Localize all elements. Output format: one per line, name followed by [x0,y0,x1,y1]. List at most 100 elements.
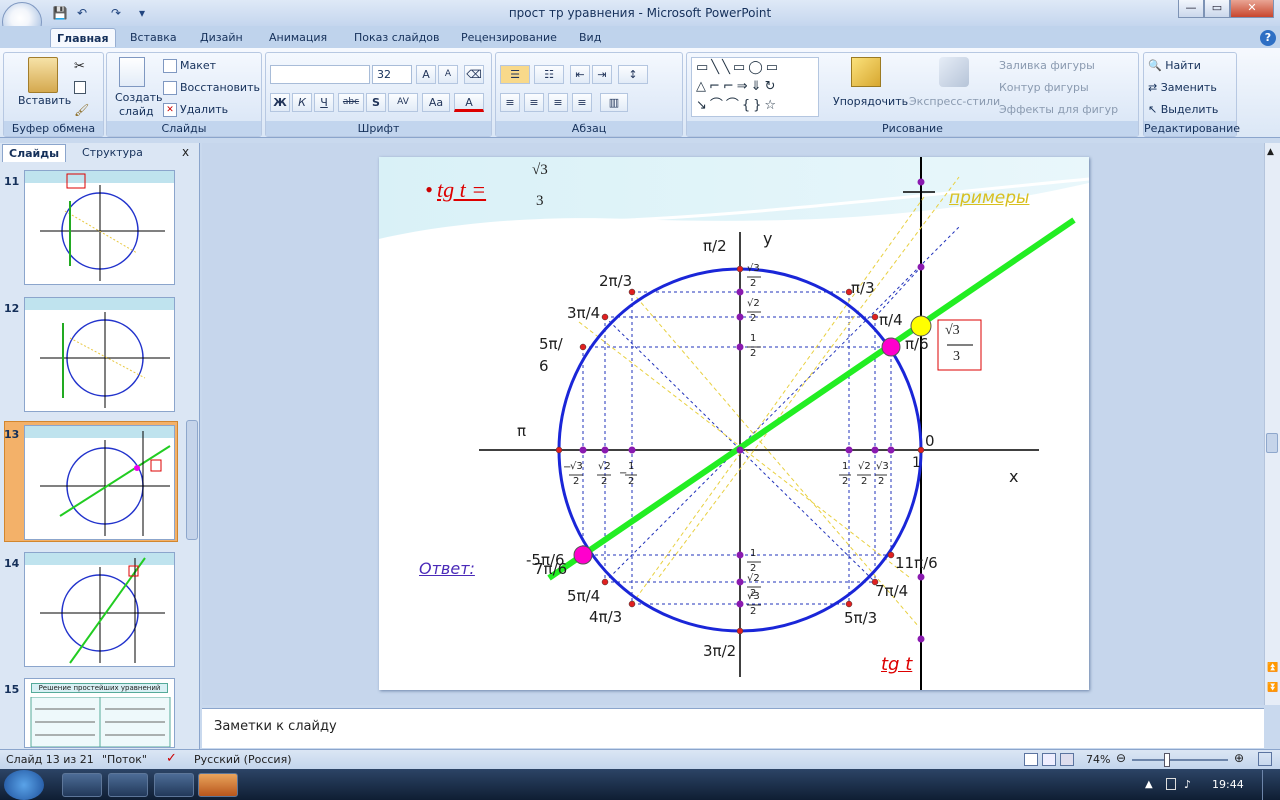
align-right-button[interactable]: ≡ [548,93,568,112]
vertical-scrollbar[interactable]: ▲ ⏫ ⏬ [1264,143,1280,705]
replace-button[interactable]: ⇄ Заменить [1148,81,1217,94]
examples-link[interactable]: примеры [949,188,1029,208]
delete-button[interactable]: ✕ Удалить [163,103,228,117]
layout-button[interactable]: Макет [163,59,216,73]
scroll-thumb[interactable] [1266,433,1278,453]
sorter-view-icon[interactable] [1042,753,1056,766]
shapes-gallery[interactable]: ▭╲╲▭◯▭ △⌐⌐⇒⇓↻ ↘⌒⌒{}☆ [691,57,819,117]
format-painter-icon[interactable]: 🖌 [74,103,89,117]
taskbar-powerpoint-icon[interactable] [198,773,238,797]
quick-styles-button[interactable]: Экспресс-стили [909,95,1000,108]
tab-view[interactable]: Вид [573,28,607,47]
copy-icon[interactable] [74,81,86,94]
bold-button[interactable]: Ж [270,93,290,112]
tab-design[interactable]: Дизайн [194,28,249,47]
answer-link[interactable]: Ответ: [419,559,475,578]
slideshow-view-icon[interactable] [1060,753,1074,766]
tab-animation[interactable]: Анимация [263,28,333,47]
notes-pane[interactable]: Заметки к слайду [202,708,1264,748]
taskbar-calculator-icon[interactable] [108,773,148,797]
shape-fill-button[interactable]: Заливка фигуры [999,59,1095,72]
shape-effects-button[interactable]: Эффекты для фигур [999,103,1118,116]
language-indicator[interactable]: Русский (Россия) [194,753,292,766]
shadow-button[interactable]: S [366,93,386,112]
next-slide-icon[interactable]: ⏬ [1267,683,1278,693]
increase-indent-button[interactable]: ⇥ [592,65,612,84]
tab-slideshow[interactable]: Показ слайдов [348,28,446,47]
pane-close-icon[interactable]: x [182,145,189,159]
scroll-up-icon[interactable]: ▲ [1267,147,1274,157]
spellcheck-icon[interactable]: ✓ [166,751,177,766]
shrink-font-button[interactable]: A [438,65,458,84]
zoom-slider-thumb[interactable] [1164,753,1170,767]
tray-device-icon[interactable] [1166,778,1176,790]
align-left-button[interactable]: ≡ [500,93,520,112]
theme-name[interactable]: "Поток" [102,753,147,766]
zoom-in-icon[interactable]: ⊕ [1234,751,1244,765]
change-case-button[interactable]: Aa [422,93,450,112]
underline-button[interactable]: Ч [314,93,334,112]
line-spacing-button[interactable]: ↕ [618,65,648,84]
paste-button[interactable]: Вставить [18,94,71,107]
zoom-level[interactable]: 74% [1086,753,1110,766]
shape-outline-button[interactable]: Контур фигуры [999,81,1089,94]
font-size-combo[interactable]: 32 [372,65,412,84]
prev-slide-icon[interactable]: ⏫ [1267,663,1278,673]
slide-thumbnail-15[interactable]: Решение простейших уравнений [24,678,175,748]
tray-volume-icon[interactable]: ♪ [1184,778,1191,791]
font-color-button[interactable]: A [454,93,484,112]
start-button[interactable] [4,770,44,800]
clear-format-icon[interactable]: ⌫ [464,65,484,84]
minimize-button[interactable]: — [1178,0,1204,18]
tab-review[interactable]: Рецензирование [455,28,563,47]
frac-two-den: 2 [750,348,757,359]
find-button[interactable]: 🔍 Найти [1148,59,1201,72]
taskbar-firefox-icon[interactable] [62,773,102,797]
arrange-button[interactable]: Упорядочить [833,95,908,108]
taskbar-folder-icon[interactable] [154,773,194,797]
close-button[interactable]: ✕ [1230,0,1274,18]
justify-button[interactable]: ≡ [572,93,592,112]
help-icon[interactable]: ? [1260,30,1276,46]
frac-sqrt3-num: √3 [747,591,760,602]
slide-thumbnail-11[interactable] [24,170,175,285]
tab-home[interactable]: Главная [50,28,116,47]
strikethrough-button[interactable]: abc [338,93,364,112]
tab-slides[interactable]: Слайды [2,144,67,162]
columns-button[interactable]: ▥ [600,93,628,112]
grow-font-button[interactable]: A [416,65,436,84]
char-spacing-button[interactable]: AV [388,93,418,112]
maximize-button[interactable]: ▭ [1204,0,1230,18]
fit-window-icon[interactable] [1258,752,1272,766]
reset-button[interactable]: Восстановить [163,81,260,95]
cut-icon[interactable]: ✂ [74,59,85,74]
label-3pi-4: 3π/4 [567,304,601,322]
decrease-indent-button[interactable]: ⇤ [570,65,590,84]
zoom-slider[interactable] [1132,759,1228,761]
new-slide-button[interactable]: Создать [115,91,163,104]
frac-two-den: 2 [878,476,885,487]
new-slide-button-line2[interactable]: слайд [119,105,154,118]
slide-thumbnail-13[interactable] [24,425,175,540]
tab-insert[interactable]: Вставка [124,28,183,47]
thumb-15-title: Решение простейших уравнений [31,683,168,693]
replace-label: Заменить [1160,81,1217,94]
align-center-button[interactable]: ≡ [524,93,544,112]
tray-arrow-icon[interactable]: ▲ [1145,779,1153,790]
pane-scrollbar[interactable] [186,420,198,540]
numbering-button[interactable]: ☷ [534,65,564,84]
normal-view-icon[interactable] [1024,753,1038,766]
zoom-out-icon[interactable]: ⊖ [1116,751,1126,765]
box-fraction-den: 3 [953,349,960,364]
slide-canvas[interactable]: • tg t = √3 3 примеры Ответ: tg t y x 0 … [379,157,1089,690]
bullets-button[interactable]: ☰ [500,65,530,84]
select-button[interactable]: ↖ Выделить [1148,103,1218,116]
slide-thumbnail-12[interactable] [24,297,175,412]
tab-outline[interactable]: Структура [76,144,149,162]
frac-two-den: 2 [750,278,757,289]
slide-number: 15 [4,683,20,696]
show-desktop-button[interactable] [1262,770,1278,800]
italic-button[interactable]: К [292,93,312,112]
slide-thumbnail-14[interactable] [24,552,175,667]
font-name-combo[interactable] [270,65,370,84]
